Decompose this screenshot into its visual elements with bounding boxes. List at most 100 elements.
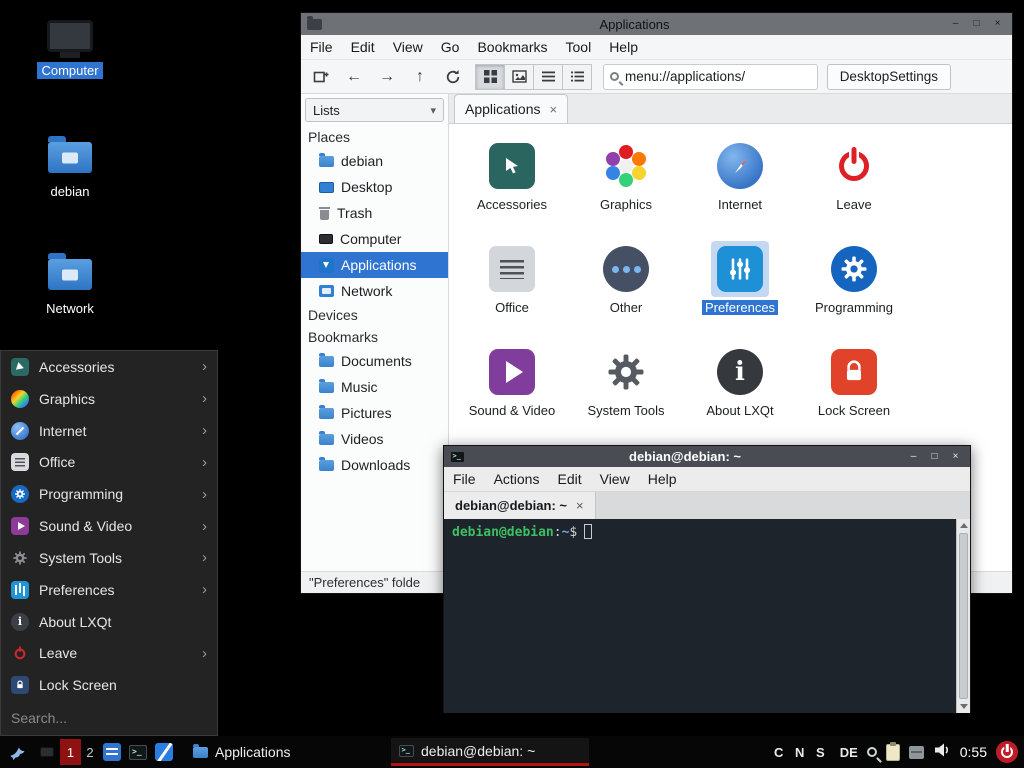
desktop-settings-button[interactable]: DesktopSettings bbox=[827, 64, 951, 90]
compact-view-icon[interactable] bbox=[533, 64, 563, 90]
thumbnail-view-icon[interactable] bbox=[504, 64, 534, 90]
menu-help[interactable]: Help bbox=[600, 35, 647, 59]
volume-icon[interactable] bbox=[933, 742, 951, 763]
app-item-about-lxqt[interactable]: About LXQt bbox=[683, 344, 797, 447]
task-button-applications[interactable]: Applications bbox=[185, 738, 383, 766]
sidebar-item-trash[interactable]: Trash bbox=[301, 200, 448, 226]
scroll-down-icon[interactable] bbox=[957, 700, 970, 713]
app-item-office[interactable]: Office bbox=[455, 241, 569, 344]
clipboard-icon[interactable] bbox=[886, 744, 900, 761]
menu-file[interactable]: File bbox=[301, 35, 342, 59]
menu-tool[interactable]: Tool bbox=[557, 35, 601, 59]
back-icon[interactable]: ← bbox=[340, 63, 368, 90]
close-icon[interactable]: × bbox=[989, 17, 1006, 32]
sidebar-item-applications[interactable]: Applications bbox=[301, 252, 448, 278]
workspace-1-button[interactable]: 1 bbox=[60, 739, 81, 765]
sidebar-item-music[interactable]: Music bbox=[301, 374, 448, 400]
sidebar-item-downloads[interactable]: Downloads bbox=[301, 452, 448, 478]
up-icon[interactable]: ↑ bbox=[406, 63, 434, 90]
app-item-leave[interactable]: Leave bbox=[797, 138, 911, 241]
desktop-icon-debian[interactable]: debian bbox=[22, 142, 118, 200]
tab-close-icon[interactable]: × bbox=[576, 498, 584, 513]
menu-view[interactable]: View bbox=[591, 467, 639, 491]
desktop-icon-network[interactable]: Network bbox=[22, 259, 118, 317]
lock-screen-icon bbox=[11, 676, 29, 694]
minimize-icon[interactable]: – bbox=[905, 449, 922, 464]
new-tab-icon[interactable] bbox=[307, 63, 335, 90]
menu-view[interactable]: View bbox=[384, 35, 432, 59]
sidebar-item-desktop[interactable]: Desktop bbox=[301, 174, 448, 200]
scrollbar-thumb[interactable] bbox=[959, 533, 968, 699]
menu-item-leave[interactable]: Leave › bbox=[1, 637, 217, 669]
magnifier-icon[interactable] bbox=[867, 747, 877, 757]
sidebar-item-pictures[interactable]: Pictures bbox=[301, 400, 448, 426]
menu-item-about-lxqt[interactable]: About LXQt bbox=[1, 606, 217, 638]
app-item-sound-video[interactable]: Sound & Video bbox=[455, 344, 569, 447]
menu-search-input[interactable] bbox=[11, 710, 207, 726]
sidebar-item-documents[interactable]: Documents bbox=[301, 348, 448, 374]
keyboard-layout[interactable]: DE bbox=[840, 745, 858, 760]
app-item-internet[interactable]: Internet bbox=[683, 138, 797, 241]
menu-go[interactable]: Go bbox=[432, 35, 469, 59]
app-item-accessories[interactable]: Accessories bbox=[455, 138, 569, 241]
fm-titlebar[interactable]: Applications – □ × bbox=[301, 13, 1012, 35]
archive-icon[interactable] bbox=[909, 746, 924, 759]
detailed-view-icon[interactable] bbox=[562, 64, 592, 90]
app-item-programming[interactable]: Programming bbox=[797, 241, 911, 344]
tab-applications[interactable]: Applications × bbox=[454, 94, 568, 123]
menu-item-lock-screen[interactable]: Lock Screen bbox=[1, 669, 217, 701]
sidebar-item-videos[interactable]: Videos bbox=[301, 426, 448, 452]
menu-help[interactable]: Help bbox=[639, 467, 686, 491]
file-manager-icon bbox=[103, 743, 121, 761]
desktop-icon-computer[interactable]: Computer bbox=[22, 20, 118, 79]
menu-actions[interactable]: Actions bbox=[485, 467, 549, 491]
home-folder-icon bbox=[48, 142, 92, 173]
maximize-icon[interactable]: □ bbox=[968, 17, 985, 32]
tab-close-icon[interactable]: × bbox=[550, 102, 558, 117]
address-bar[interactable] bbox=[603, 64, 818, 90]
start-menu-button[interactable] bbox=[4, 738, 34, 766]
terminal-tab[interactable]: debian@debian: ~ × bbox=[444, 492, 596, 519]
app-item-other[interactable]: Other bbox=[569, 241, 683, 344]
maximize-icon[interactable]: □ bbox=[926, 449, 943, 464]
icon-view-icon[interactable] bbox=[475, 64, 505, 90]
scroll-up-icon[interactable] bbox=[957, 519, 970, 532]
menu-item-graphics[interactable]: Graphics › bbox=[1, 383, 217, 415]
menu-item-internet[interactable]: Internet › bbox=[1, 415, 217, 447]
quicklaunch-editor[interactable] bbox=[151, 738, 177, 766]
terminal-scrollbar[interactable] bbox=[956, 519, 970, 713]
sidebar-item-computer[interactable]: Computer bbox=[301, 226, 448, 252]
close-icon[interactable]: × bbox=[947, 449, 964, 464]
menu-item-sound-video[interactable]: Sound & Video › bbox=[1, 510, 217, 542]
minimize-icon[interactable]: – bbox=[947, 17, 964, 32]
terminal-output[interactable]: debian@debian:~$ bbox=[444, 519, 970, 713]
power-button[interactable] bbox=[996, 741, 1018, 763]
desktop-icon-label: debian bbox=[46, 183, 93, 200]
menu-bookmarks[interactable]: Bookmarks bbox=[468, 35, 556, 59]
forward-icon[interactable]: → bbox=[373, 63, 401, 90]
task-button-terminal[interactable]: debian@debian: ~ bbox=[391, 738, 589, 766]
refresh-icon[interactable] bbox=[439, 63, 467, 90]
menu-item-programming[interactable]: Programming › bbox=[1, 478, 217, 510]
menu-item-office[interactable]: Office › bbox=[1, 446, 217, 478]
address-input[interactable] bbox=[625, 69, 811, 84]
menu-file[interactable]: File bbox=[444, 467, 485, 491]
menu-edit[interactable]: Edit bbox=[548, 467, 590, 491]
sidebar-item-debian[interactable]: debian bbox=[301, 148, 448, 174]
menu-edit[interactable]: Edit bbox=[342, 35, 384, 59]
menu-item-accessories[interactable]: Accessories › bbox=[1, 351, 217, 383]
app-item-system-tools[interactable]: System Tools bbox=[569, 344, 683, 447]
menu-item-system-tools[interactable]: System Tools › bbox=[1, 542, 217, 574]
app-item-preferences[interactable]: Preferences bbox=[683, 241, 797, 344]
clock[interactable]: 0:55 bbox=[960, 744, 987, 760]
app-item-graphics[interactable]: Graphics bbox=[569, 138, 683, 241]
show-desktop-button[interactable] bbox=[34, 738, 60, 766]
menu-item-preferences[interactable]: Preferences › bbox=[1, 574, 217, 606]
app-item-lock-screen[interactable]: Lock Screen bbox=[797, 344, 911, 447]
sidebar-item-network[interactable]: Network bbox=[301, 278, 448, 304]
sidebar-mode-select[interactable]: Lists ▾ bbox=[305, 98, 444, 122]
terminal-titlebar[interactable]: debian@debian: ~ – □ × bbox=[444, 446, 970, 467]
quicklaunch-file-manager[interactable] bbox=[99, 738, 125, 766]
workspace-2-button[interactable]: 2 bbox=[81, 738, 99, 766]
quicklaunch-terminal[interactable] bbox=[125, 738, 151, 766]
